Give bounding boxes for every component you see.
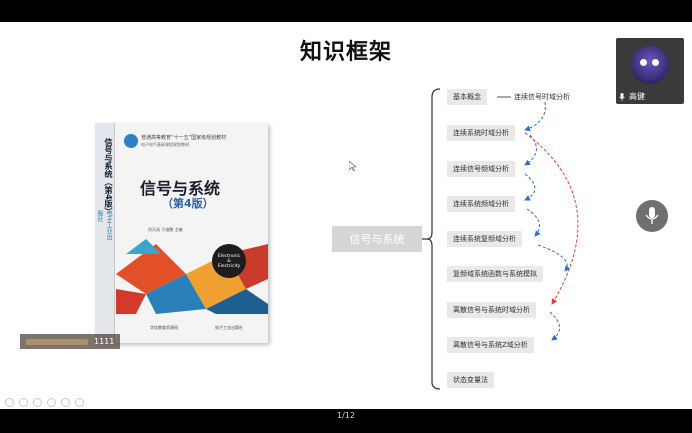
mic-icon	[619, 92, 625, 101]
mindmap-node: 离散信号与系统Z域分析	[447, 337, 534, 353]
mouse-cursor-icon	[349, 161, 357, 171]
mindmap-node: 连续信号频域分析	[447, 161, 515, 177]
mindmap-node: 离散信号与系统时域分析	[447, 302, 536, 318]
mindmap-node: 复频域系统函数与系统模拟	[447, 266, 543, 282]
book-series-line1: 普通高等教育“十一五”国家级规划教材	[141, 135, 227, 141]
book-cover-art: Electronic & Electricity	[116, 239, 268, 314]
top-bar	[0, 0, 692, 22]
caption-redacted	[26, 338, 88, 345]
mindmap-node: 连续系统频域分析	[447, 196, 515, 212]
book-spine-publisher: 电子工业出版社	[96, 210, 112, 240]
tool-icon[interactable]	[19, 398, 28, 407]
publisher-logo-icon	[124, 134, 138, 148]
caption-text: 1111	[94, 337, 115, 346]
slide-title: 知识框架	[299, 40, 392, 65]
mindmap-node: 状态变量法	[447, 372, 494, 388]
page-indicator: 1/12	[337, 411, 355, 420]
book-publisher-right: 电子工业出版社	[215, 325, 243, 330]
caption-tag: 1111	[20, 334, 121, 349]
book-spine-title: 信号与系统（第4版）	[104, 138, 113, 216]
tool-icon[interactable]	[75, 398, 84, 407]
microphone-button[interactable]	[636, 200, 668, 232]
tool-icon[interactable]	[47, 398, 56, 407]
participant-name: 高健	[629, 92, 645, 101]
mindmap-node: 基本概念	[447, 89, 487, 105]
avatar-eye	[652, 59, 659, 66]
microphone-icon	[645, 207, 659, 224]
participant-avatar	[631, 46, 669, 84]
mindmap-aside-label: 连续信号时域分析	[514, 93, 570, 101]
book-authors: 徐天成 于维鹏 主编	[148, 227, 183, 232]
mindmap-node: 连续系统复频域分析	[447, 231, 522, 247]
avatar-eye	[640, 59, 647, 66]
annotation-toolbar	[5, 398, 84, 407]
book-art-text3: Electricity	[218, 263, 241, 269]
tool-icon[interactable]	[5, 398, 14, 407]
screen: 1/12 知识框架 信号与系统（第4版） 电子工业出版社 普通高等教育“十一五”…	[0, 0, 692, 433]
mindmap-center-node: 信号与系统	[332, 226, 422, 252]
participant-label: 高健	[619, 91, 645, 102]
book-edition: （第4版）	[162, 197, 214, 210]
mindmap-node: 连续系统时域分析	[447, 125, 515, 141]
book-publisher-left: 华信教育资源网	[150, 325, 178, 330]
book-series-line2: 电子电气基础课程规划教材	[141, 142, 189, 147]
tool-icon[interactable]	[61, 398, 70, 407]
tool-icon[interactable]	[33, 398, 42, 407]
